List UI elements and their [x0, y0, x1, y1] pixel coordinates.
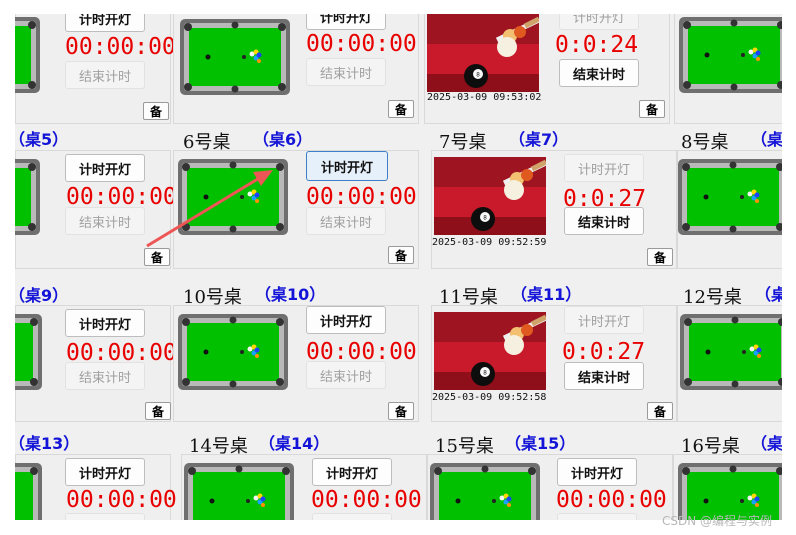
table-group-label: （桌14）: [259, 434, 330, 453]
reserve-button[interactable]: 备: [144, 248, 170, 266]
start-timer-button[interactable]: 计时开灯: [564, 154, 644, 182]
table-panel: [677, 150, 782, 269]
stop-timer-button[interactable]: 结束计时: [564, 207, 644, 235]
reserve-button[interactable]: 备: [647, 402, 673, 420]
table-group-label: （桌13）: [15, 434, 80, 453]
reserve-button[interactable]: 备: [639, 100, 665, 118]
timer-display: 00:00:00: [66, 487, 177, 513]
table-panel: [677, 305, 782, 422]
start-timer-button[interactable]: 计时开灯: [65, 14, 145, 32]
table-panel: 计时开灯 00:00:00 结束计时 备: [173, 150, 419, 269]
table-grid-viewport: 计时开灯 00:00:00 结束计时 备 计时开灯 00:00:00 结束计时 …: [15, 14, 782, 520]
table-group-label: （桌10）: [255, 285, 326, 304]
pool-table-image: [180, 19, 290, 95]
stop-timer-button[interactable]: 结束计时: [65, 207, 145, 235]
pool-table-image: [430, 463, 540, 520]
table-panel: 计时开灯 00:00:00 结束计时: [427, 454, 673, 520]
table-group-label: （桌7）: [509, 130, 569, 149]
billiard-balls-photo: [434, 312, 546, 390]
stop-timer-button[interactable]: 结束计时: [557, 513, 637, 520]
billiard-balls-photo: [434, 157, 546, 235]
stop-timer-button[interactable]: 结束计时: [65, 61, 145, 89]
pool-table-image: [15, 159, 40, 235]
stop-timer-button[interactable]: 结束计时: [65, 513, 145, 520]
reserve-button[interactable]: 备: [145, 402, 171, 420]
table-group-label: （桌15）: [505, 434, 576, 453]
pool-table-image: [680, 314, 782, 390]
start-timer-button[interactable]: 计时开灯: [306, 151, 388, 181]
timer-display: 00:00:00: [306, 31, 417, 57]
stop-timer-button[interactable]: 结束计时: [306, 207, 386, 235]
table-group-label: （桌6）: [253, 130, 313, 149]
timer-display: 00:00:00: [556, 487, 667, 513]
timer-display: 00:00:00: [311, 487, 422, 513]
start-timer-button[interactable]: 计时开灯: [65, 309, 145, 337]
stop-timer-button[interactable]: 结束计时: [306, 58, 386, 86]
start-timer-button[interactable]: 计时开灯: [65, 154, 145, 182]
start-timer-button[interactable]: 计时开灯: [564, 306, 644, 334]
table-panel: 计时开灯 00:00:00 结束计时: [181, 454, 427, 520]
stop-timer-button[interactable]: 结束计时: [559, 59, 639, 87]
pool-table-image: [184, 463, 294, 520]
table-panel: [673, 454, 782, 520]
timer-display: 0:0:24: [555, 32, 639, 58]
reserve-button[interactable]: 备: [388, 100, 414, 118]
table-panel: 2025-03-09 09:53:02 计时开灯 0:0:24 结束计时 备: [424, 14, 670, 124]
table-panel: 计时开灯 00:00:00 结束计时: [15, 454, 177, 520]
start-timer-button[interactable]: 计时开灯: [306, 14, 386, 30]
start-timer-button[interactable]: 计时开灯: [306, 306, 386, 334]
start-timestamp: 2025-03-09 09:53:02: [427, 92, 542, 103]
table-group-label: （桌: [751, 130, 782, 149]
stop-timer-button[interactable]: 结束计时: [312, 513, 392, 520]
reserve-button[interactable]: 备: [647, 248, 673, 266]
watermark: CSDN @编程与实例: [662, 514, 773, 528]
table-panel: 计时开灯 00:00:00 结束计时 备: [15, 14, 176, 124]
stop-timer-button[interactable]: 结束计时: [65, 362, 145, 390]
start-timer-button[interactable]: 计时开灯: [559, 14, 639, 30]
table-group-label: （桌: [751, 434, 782, 453]
table-group-label: （桌5）: [15, 130, 69, 149]
table-panel: 计时开灯 00:00:00 结束计时 备: [173, 305, 419, 422]
pool-table-image: [178, 314, 288, 390]
table-panel: 计时开灯 00:00:00 结束计时 备: [173, 14, 419, 124]
reserve-button[interactable]: 备: [388, 402, 414, 420]
start-timer-button[interactable]: 计时开灯: [312, 458, 392, 486]
table-panel: 计时开灯 00:00:00 结束计时 备: [15, 150, 177, 269]
billiard-balls-photo: [427, 14, 539, 92]
table-panel: 2025-03-09 09:52:59 计时开灯 0:0:27 结束计时 备: [431, 150, 677, 269]
stop-timer-button[interactable]: 结束计时: [564, 362, 644, 390]
start-timestamp: 2025-03-09 09:52:58: [432, 392, 547, 403]
table-group-label: （桌9）: [15, 286, 69, 305]
pool-table-image: [15, 314, 42, 390]
table-panel: 2025-03-09 09:52:58 计时开灯 0:0:27 结束计时 备: [431, 305, 677, 422]
pool-table-image: [178, 159, 288, 235]
pool-table-image: [679, 17, 782, 93]
stop-timer-button[interactable]: 结束计时: [306, 361, 386, 389]
start-timer-button[interactable]: 计时开灯: [557, 458, 637, 486]
table-panel: 计时开灯 00:00:00 结束计时 备: [15, 305, 177, 422]
reserve-button[interactable]: 备: [388, 246, 414, 264]
timer-display: 00:00:00: [65, 34, 176, 60]
pool-table-image: [15, 17, 40, 93]
table-group-label: （桌: [755, 285, 782, 304]
table-panel: [674, 14, 782, 124]
reserve-button[interactable]: 备: [143, 102, 169, 120]
pool-table-image: [15, 463, 42, 520]
pool-table-image: [678, 159, 782, 235]
start-timer-button[interactable]: 计时开灯: [65, 458, 145, 486]
start-timestamp: 2025-03-09 09:52:59: [432, 237, 547, 248]
table-group-label: （桌11）: [511, 285, 582, 304]
